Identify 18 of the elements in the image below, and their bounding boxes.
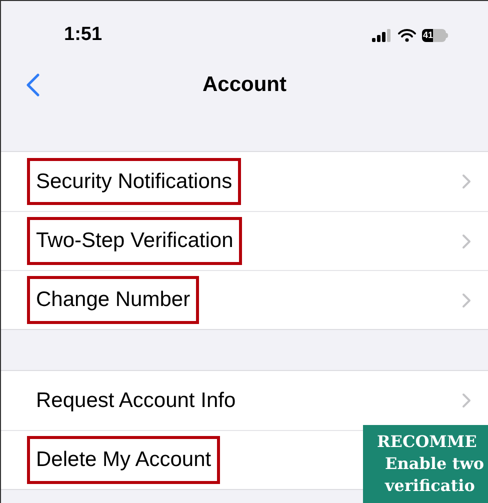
chevron-icon: [462, 234, 471, 248]
chevron-icon: [462, 292, 471, 308]
chevron-icon: [462, 393, 471, 408]
battery-level: 41: [422, 30, 433, 40]
row-label: Change Number: [27, 276, 200, 324]
callout-text: RECOMME: [377, 431, 477, 453]
callout-text: verificatio: [384, 475, 475, 497]
back-icon[interactable]: [26, 73, 40, 97]
row-label: Security Notifications: [27, 158, 242, 206]
chevron-icon: [462, 174, 471, 189]
row-label: Two-Step Verification: [27, 217, 242, 265]
signal-icon: [372, 28, 392, 42]
page-title: Account: [202, 72, 286, 98]
wifi-icon: [398, 28, 416, 42]
callout-text: Enable two: [384, 453, 484, 475]
status-time: 1:51: [64, 22, 102, 47]
row-label: Request Account Info: [35, 388, 237, 414]
row-label: Delete My Account: [27, 436, 220, 484]
